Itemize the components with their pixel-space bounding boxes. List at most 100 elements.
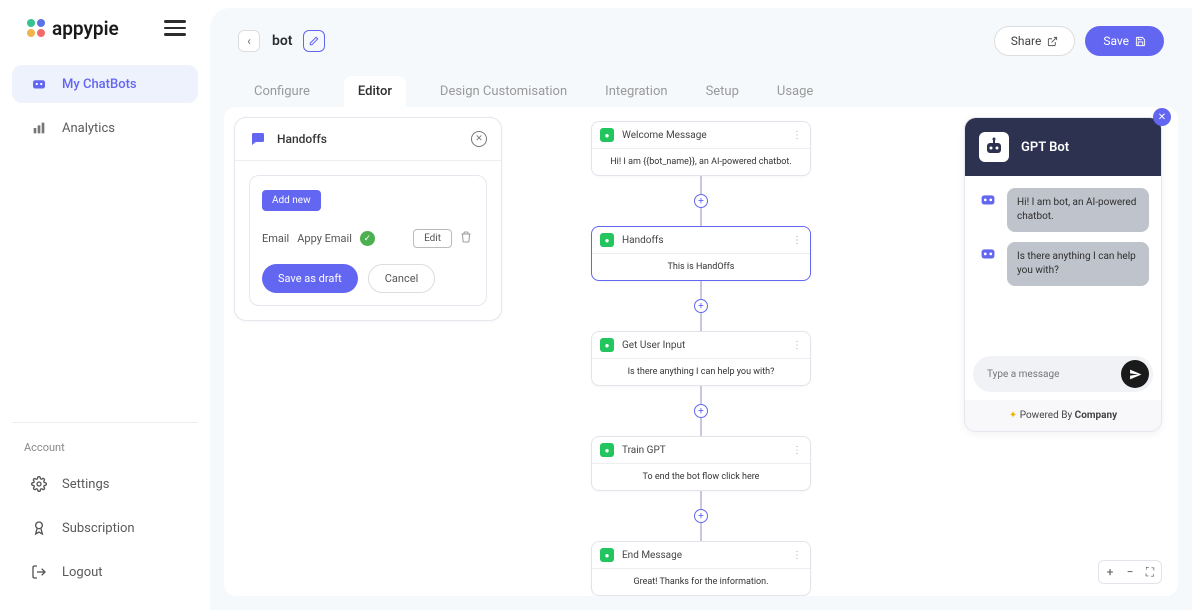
node-body: Is there anything I can help you with?	[592, 359, 810, 385]
tab-configure[interactable]: Configure	[250, 76, 314, 107]
zoom-controls: + − ⛶	[1098, 560, 1162, 584]
check-icon: ✓	[360, 231, 375, 246]
node-title: Get User Input	[622, 340, 784, 351]
back-button[interactable]: ‹	[238, 30, 260, 52]
tab-usage[interactable]: Usage	[773, 76, 817, 107]
email-label: Email	[262, 232, 289, 245]
node-body: Great! Thanks for the information.	[592, 569, 810, 595]
zoom-in-button[interactable]: +	[1102, 564, 1118, 580]
preview-body: Hi! I am bot, an AI-powered chatbot. Is …	[965, 176, 1161, 356]
node-menu-button[interactable]: ⋮	[792, 550, 802, 561]
node-menu-button[interactable]: ⋮	[792, 130, 802, 141]
message-input[interactable]	[987, 369, 1121, 380]
node-header: ● Handoffs ⋮	[592, 227, 810, 254]
add-node-button[interactable]: +	[694, 299, 708, 313]
add-new-button[interactable]: Add new	[262, 190, 321, 211]
brand-name: appypie	[52, 17, 119, 40]
preview-title: GPT Bot	[1021, 140, 1069, 155]
edit-button[interactable]: Edit	[413, 229, 452, 248]
save-icon	[1135, 36, 1146, 47]
send-button[interactable]	[1121, 360, 1149, 388]
message-input-bar	[973, 356, 1153, 392]
fullscreen-button[interactable]: ⛶	[1142, 564, 1158, 580]
save-draft-button[interactable]: Save as draft	[262, 264, 358, 293]
add-node-button[interactable]: +	[694, 404, 708, 418]
tabs: Configure Editor Design Customisation In…	[210, 70, 1192, 107]
share-button[interactable]: Share	[994, 26, 1076, 56]
save-button[interactable]: Save	[1085, 26, 1164, 56]
close-preview-button[interactable]: ✕	[1153, 108, 1171, 126]
node-badge-icon: ●	[600, 443, 614, 457]
bot-avatar-icon	[977, 242, 999, 264]
message-bubble: Is there anything I can help you with?	[1007, 242, 1149, 286]
logo-icon	[24, 16, 48, 40]
gear-icon	[30, 475, 48, 493]
sidebar-item-analytics[interactable]: Analytics	[12, 109, 198, 147]
sidebar-item-label: Logout	[62, 565, 103, 580]
editor-canvas[interactable]: Handoffs ✕ Add new Email Appy Email ✓ Ed…	[224, 107, 1178, 596]
logo-row: appypie	[0, 16, 210, 62]
pencil-icon	[309, 36, 319, 46]
sidebar: appypie My ChatBots Analytics Account Se…	[0, 0, 210, 610]
bot-avatar-icon	[977, 188, 999, 210]
account-section-label: Account	[0, 433, 210, 462]
topbar: ‹ bot Share Save	[210, 8, 1192, 70]
powered-prefix: Powered By	[1020, 410, 1075, 421]
add-node-button[interactable]: +	[694, 509, 708, 523]
zoom-out-button[interactable]: −	[1122, 564, 1138, 580]
close-panel-button[interactable]: ✕	[471, 131, 487, 147]
flow-diagram: ● Welcome Message ⋮ Hi! I am {{bot_name}…	[591, 121, 811, 596]
cancel-button[interactable]: Cancel	[368, 264, 435, 293]
powered-company: Company	[1075, 410, 1117, 421]
sidebar-item-logout[interactable]: Logout	[12, 553, 198, 591]
trash-icon	[460, 231, 472, 243]
tab-design[interactable]: Design Customisation	[436, 76, 571, 107]
chat-preview: GPT Bot Hi! I am bot, an AI-powered chat…	[964, 117, 1162, 432]
add-node-button[interactable]: +	[694, 194, 708, 208]
analytics-icon	[30, 119, 48, 137]
handoffs-panel: Handoffs ✕ Add new Email Appy Email ✓ Ed…	[234, 117, 502, 321]
menu-toggle-icon[interactable]	[164, 20, 186, 36]
flow-node[interactable]: ● Handoffs ⋮ This is HandOffs	[591, 226, 811, 281]
brand-logo: appypie	[24, 16, 119, 40]
save-label: Save	[1103, 34, 1129, 48]
panel-body: Add new Email Appy Email ✓ Edit Save as …	[235, 161, 501, 320]
node-menu-button[interactable]: ⋮	[792, 340, 802, 351]
node-header: ● Get User Input ⋮	[592, 332, 810, 359]
edit-name-button[interactable]	[303, 30, 325, 52]
node-menu-button[interactable]: ⋮	[792, 235, 802, 246]
flow-node[interactable]: ● End Message ⋮ Great! Thanks for the in…	[591, 541, 811, 596]
breadcrumb: ‹ bot	[238, 30, 325, 52]
panel-card: Add new Email Appy Email ✓ Edit Save as …	[249, 175, 487, 306]
main-area: ‹ bot Share Save Configure Editor Design…	[210, 8, 1192, 610]
bot-name: bot	[272, 33, 293, 49]
flow-node[interactable]: ● Welcome Message ⋮ Hi! I am {{bot_name}…	[591, 121, 811, 176]
powered-by: ✦ Powered By Company	[965, 400, 1161, 431]
message-row: Is there anything I can help you with?	[977, 242, 1149, 286]
tab-integration[interactable]: Integration	[601, 76, 671, 107]
badge-icon	[30, 519, 48, 537]
sidebar-item-settings[interactable]: Settings	[12, 465, 198, 503]
chat-icon	[249, 130, 267, 148]
flow-node[interactable]: ● Get User Input ⋮ Is there anything I c…	[591, 331, 811, 386]
node-body: This is HandOffs	[592, 254, 810, 280]
message-bubble: Hi! I am bot, an AI-powered chatbot.	[1007, 188, 1149, 232]
tab-editor[interactable]: Editor	[344, 76, 406, 107]
logout-icon	[30, 563, 48, 581]
sidebar-item-mychatbots[interactable]: My ChatBots	[12, 65, 198, 103]
node-menu-button[interactable]: ⋮	[792, 445, 802, 456]
message-row: Hi! I am bot, an AI-powered chatbot.	[977, 188, 1149, 232]
node-badge-icon: ●	[600, 338, 614, 352]
bot-icon	[30, 75, 48, 93]
node-title: Handoffs	[622, 235, 784, 246]
divider	[12, 422, 198, 423]
node-header: ● Welcome Message ⋮	[592, 122, 810, 149]
tab-setup[interactable]: Setup	[702, 76, 743, 107]
sidebar-item-label: Analytics	[62, 121, 115, 136]
node-body: To end the bot flow click here	[592, 464, 810, 490]
node-title: End Message	[622, 550, 784, 561]
flow-node[interactable]: ● Train GPT ⋮ To end the bot flow click …	[591, 436, 811, 491]
share-label: Share	[1011, 34, 1042, 48]
delete-button[interactable]	[460, 231, 474, 246]
sidebar-item-subscription[interactable]: Subscription	[12, 509, 198, 547]
